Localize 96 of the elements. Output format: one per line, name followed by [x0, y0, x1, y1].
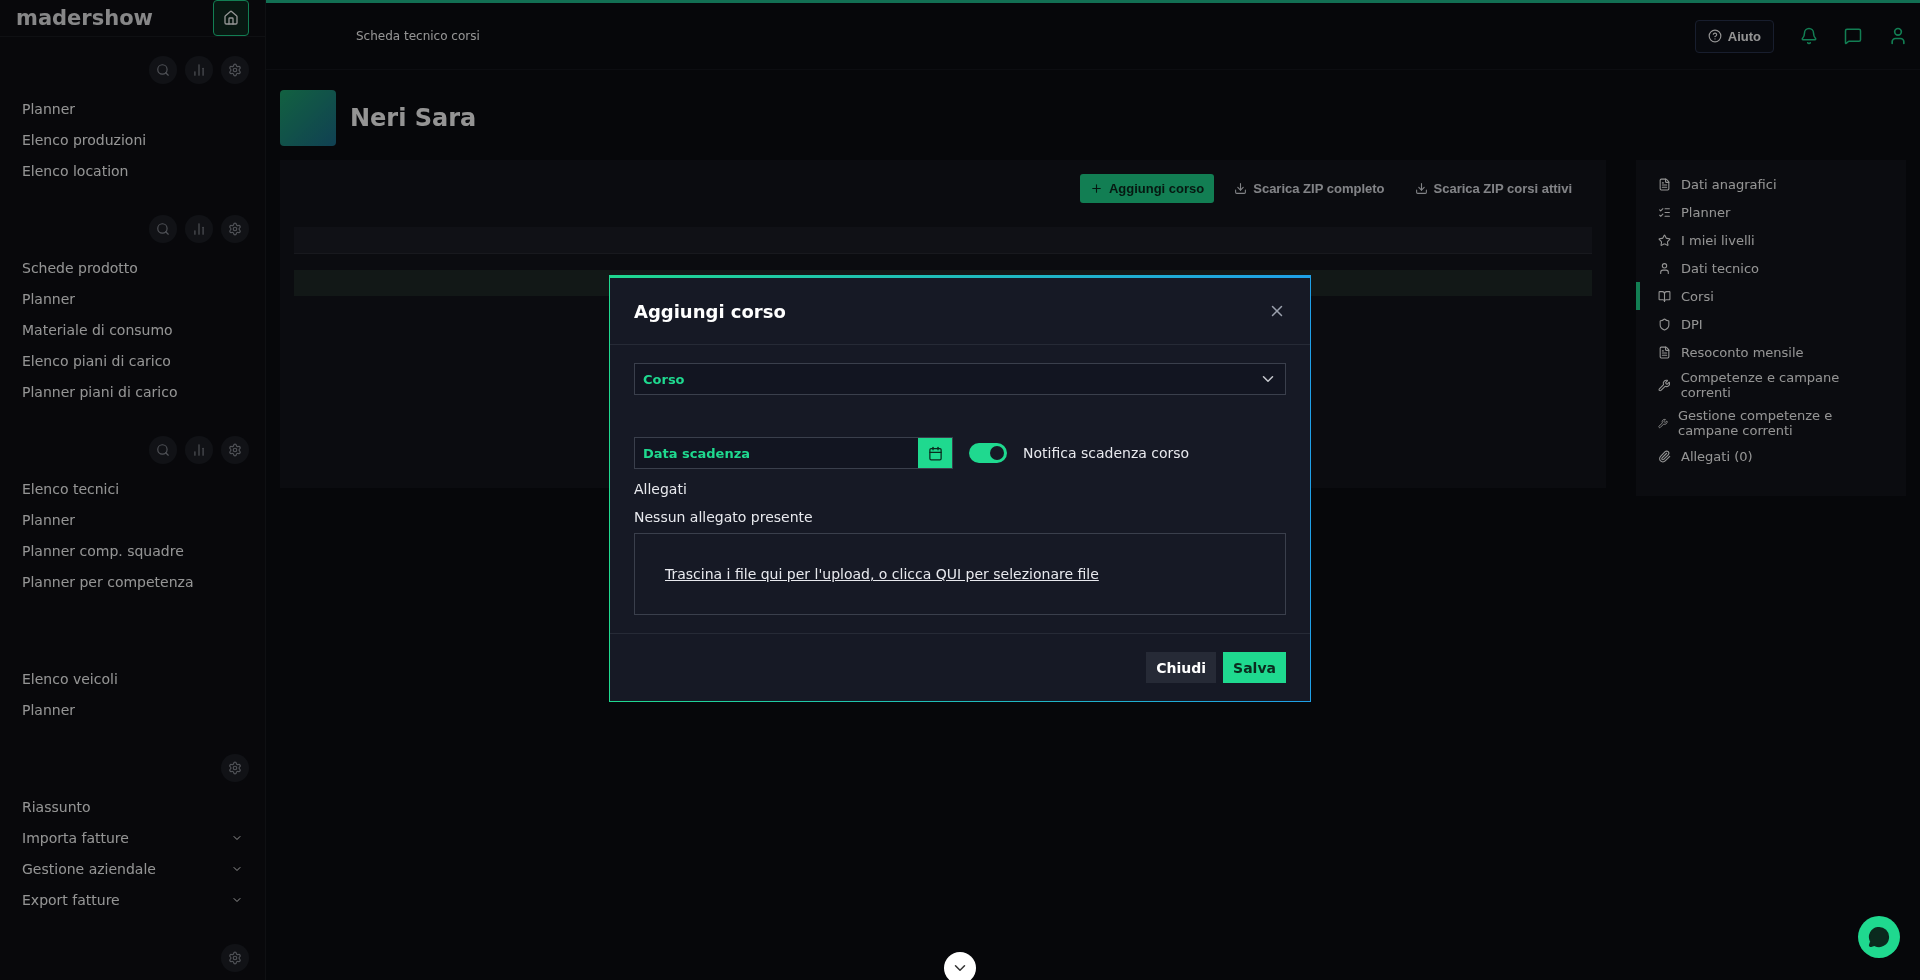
settings-icon [228, 951, 242, 965]
profile-name: Neri Sara [350, 104, 477, 132]
sidebar-item[interactable]: Elenco veicoli [16, 663, 249, 694]
user-button[interactable] [1888, 26, 1908, 46]
settings-icon [228, 222, 242, 236]
action-button[interactable]: Scarica ZIP corsi attivi [1404, 174, 1582, 203]
sidebar-item[interactable]: Planner comp. squadre [16, 535, 249, 566]
settings-button[interactable] [221, 56, 249, 84]
calendar-button[interactable] [918, 438, 952, 468]
search-button[interactable] [149, 56, 177, 84]
download-icon [1234, 182, 1248, 195]
search-icon [156, 63, 170, 77]
sidebar-item[interactable]: Export fatture [16, 884, 249, 915]
settings-icon [228, 443, 242, 457]
menu-icon [1658, 289, 1671, 303]
settings-icon [228, 63, 242, 77]
menu-item[interactable]: Allegati (0) [1636, 442, 1906, 470]
menu-icon [1658, 177, 1671, 191]
notifications-button[interactable] [1800, 27, 1818, 45]
settings-button[interactable] [221, 944, 249, 972]
menu-icon [1658, 205, 1671, 219]
sidebar-item[interactable]: Materiale di consumo [16, 314, 249, 345]
menu-icon [1658, 233, 1671, 247]
search-icon [156, 443, 170, 457]
menu-item[interactable]: Gestione competenze e campane correnti [1636, 404, 1906, 442]
menu-item[interactable]: Dati tecnico [1636, 254, 1906, 282]
dialog-title: Aggiungi corso [634, 300, 786, 322]
sidebar-item[interactable]: Elenco piani di carico [16, 345, 249, 376]
sidebar-item[interactable]: Elenco produzioni [16, 124, 249, 155]
sidebar-item[interactable]: Gestione aziendale [16, 853, 249, 884]
chat-icon [1868, 926, 1890, 948]
menu-item[interactable]: Resoconto mensile [1636, 338, 1906, 366]
action-button[interactable]: Scarica ZIP completo [1224, 174, 1395, 203]
home-button[interactable] [213, 0, 249, 36]
breadcrumb-item[interactable]: Scheda tecnico corsi [356, 29, 480, 43]
brand-logo: madershow [16, 6, 153, 30]
bell-icon [1800, 27, 1818, 45]
sidebar-item[interactable]: Schede prodotto [16, 252, 249, 283]
toggle-switch[interactable] [969, 443, 1007, 463]
scroll-button[interactable] [944, 952, 976, 980]
action-button[interactable]: Aggiungi corso [1079, 174, 1215, 203]
sidebar-item[interactable]: Planner piani di carico [16, 376, 249, 407]
menu-item[interactable]: I miei livelli [1636, 226, 1906, 254]
dialog-button[interactable]: Chiudi [1146, 652, 1217, 683]
chart-button[interactable] [185, 56, 213, 84]
settings-icon [228, 761, 242, 775]
settings-button[interactable] [221, 215, 249, 243]
menu-icon [1658, 317, 1671, 331]
menu-item[interactable]: Planner [1636, 198, 1906, 226]
select-field[interactable]: Corso [634, 363, 1286, 395]
menu-icon [1658, 261, 1671, 275]
date-field[interactable]: Data scadenza [634, 437, 953, 469]
bar-chart-icon [192, 63, 206, 77]
section-label: Allegati [634, 481, 688, 497]
home-icon [223, 10, 239, 26]
menu-icon [1658, 378, 1671, 392]
sidebar-item[interactable]: Planner [16, 93, 249, 124]
chat-icon [1844, 27, 1862, 45]
menu-icon [1658, 416, 1668, 430]
menu-icon [1658, 449, 1671, 463]
settings-button[interactable] [221, 436, 249, 464]
sidebar-item[interactable]: Planner [16, 694, 249, 725]
search-button[interactable] [149, 436, 177, 464]
chart-button[interactable] [185, 215, 213, 243]
chat-button[interactable] [1858, 916, 1900, 958]
search-icon [156, 222, 170, 236]
sidebar-item[interactable]: Elenco tecnici [16, 473, 249, 504]
menu-icon [1658, 345, 1671, 359]
sidebar-item[interactable]: Planner per competenza [16, 566, 249, 597]
help-icon [1707, 29, 1722, 43]
empty-message: Nessun allegato presente [634, 509, 814, 525]
sidebar-item[interactable]: Planner [16, 504, 249, 535]
sidebar-item[interactable]: Elenco location [16, 155, 249, 186]
bar-chart-icon [192, 443, 206, 457]
chart-button[interactable] [185, 436, 213, 464]
sidebar-item[interactable]: Riassunto [16, 791, 249, 822]
toggle-label: Notifica scadenza corso [1023, 445, 1190, 461]
search-button[interactable] [149, 215, 177, 243]
download-icon [1414, 182, 1428, 195]
user-icon [1888, 26, 1908, 46]
calendar-icon [927, 445, 943, 461]
settings-button[interactable] [221, 754, 249, 782]
plus-icon [1089, 182, 1103, 195]
drop-zone[interactable]: Trascina i file qui per l'upload, o clicca QUI per selezionare file [634, 533, 1286, 615]
messages-button[interactable] [1844, 27, 1862, 45]
avatar-logo [280, 90, 336, 146]
sidebar-item[interactable]: Importa fatture [16, 822, 249, 853]
menu-item[interactable]: Competenze e campane correnti [1636, 366, 1906, 404]
dialog-button[interactable]: Salva [1223, 652, 1286, 683]
menu-item[interactable]: Dati anagrafici [1636, 170, 1906, 198]
menu-item[interactable]: DPI [1636, 310, 1906, 338]
bar-chart-icon [192, 222, 206, 236]
menu-item[interactable]: Corsi [1636, 282, 1906, 310]
upload-link[interactable]: Trascina i file qui per l'upload, o clicca QUI per selezionare file [665, 566, 1099, 582]
sidebar-item[interactable]: Planner [16, 283, 249, 314]
help-button[interactable]: Aiuto [1694, 19, 1774, 53]
